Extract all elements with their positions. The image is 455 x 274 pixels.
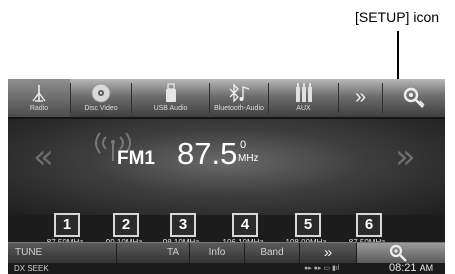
preset-number: 1 [54, 213, 80, 237]
more-sources-button[interactable]: » [339, 79, 382, 117]
preset-button-3[interactable]: 3 98.10MHz [151, 213, 211, 247]
frequency-display: 87.5 [177, 136, 238, 171]
more-functions-button[interactable]: » [299, 243, 356, 263]
tuner-display: « FM1 87.5 0 MHz » [8, 119, 445, 215]
preset-button-2[interactable]: 2 90.10MHz [94, 213, 154, 247]
tab-usb-audio-label: USB Audio [153, 105, 188, 112]
clock-time: 08:21 [389, 262, 417, 274]
seek-mode-indicator: DX SEEK [14, 264, 49, 273]
tab-bluetooth-audio-label: Bluetooth-Audio [214, 105, 264, 112]
signal-strength-icon: ▮ıl [331, 265, 340, 272]
tune-button[interactable]: TUNE [15, 243, 115, 263]
seek-next-button[interactable]: » [395, 137, 416, 177]
head-unit-screen: Radio Disc Video USB Audio Bluetooth-Aud… [8, 79, 445, 274]
source-tab-bar: Radio Disc Video USB Audio Bluetooth-Aud… [8, 79, 445, 119]
preset-button-4[interactable]: 4 106.10MHz [213, 213, 273, 247]
status-icons: ●▸ ●▸ ▭ ▮ıl [304, 264, 339, 274]
setup-shortcut-button[interactable] [356, 243, 445, 263]
frequency-decimal: 0 [240, 139, 247, 151]
seek-prev-button[interactable]: « [33, 137, 54, 177]
preset-number: 4 [232, 213, 258, 237]
tab-aux-label: AUX [296, 105, 311, 112]
frequency-unit: MHz [238, 153, 259, 164]
disc-icon [71, 82, 131, 104]
preset-button-1[interactable]: 1 87.50MHz [35, 213, 95, 247]
band-button[interactable]: Band [244, 243, 299, 263]
preset-number: 5 [295, 213, 321, 237]
bluetooth-connection-icon: ●▸ ●▸ [304, 265, 322, 272]
clock-ampm: AM [419, 263, 434, 273]
preset-list: 1 87.50MHz 2 90.10MHz 3 98.10MHz 4 106.1… [8, 213, 445, 247]
bluetooth-audio-icon [210, 82, 268, 104]
tab-aux[interactable]: AUX [269, 79, 338, 117]
tab-radio-label: Radio [29, 105, 49, 112]
setup-icon-callout: [SETUP] icon [354, 9, 440, 25]
band-label: FM1 [117, 148, 155, 169]
status-bar: DX SEEK ●▸ ●▸ ▭ ▮ıl 08:21 AM [8, 262, 445, 274]
double-chevron-right-icon: » [354, 85, 367, 108]
tab-radio[interactable]: Radio [8, 79, 70, 117]
tab-bluetooth-audio[interactable]: Bluetooth-Audio [210, 79, 268, 117]
function-bar: TUNE TA Info Band » [8, 242, 445, 263]
ta-button[interactable]: TA [116, 243, 189, 263]
tab-disc-video-label: Disc Video [84, 105, 118, 112]
battery-icon: ▭ [323, 265, 331, 272]
aux-icon [269, 82, 338, 104]
antenna-icon [8, 82, 70, 104]
tab-usb-audio[interactable]: USB Audio [132, 79, 209, 117]
preset-number: 3 [170, 213, 196, 237]
preset-number: 2 [113, 213, 139, 237]
clock: 08:21 AM [389, 262, 433, 274]
info-button[interactable]: Info [189, 243, 244, 263]
tab-disc-video[interactable]: Disc Video [71, 79, 131, 117]
preset-button-6[interactable]: 6 87.50MHz [337, 213, 397, 247]
preset-button-5[interactable]: 5 108.00MHz [276, 213, 336, 247]
setup-button[interactable] [383, 79, 445, 117]
setup-icon [383, 87, 445, 109]
preset-number: 6 [356, 213, 382, 237]
usb-icon [132, 82, 209, 104]
